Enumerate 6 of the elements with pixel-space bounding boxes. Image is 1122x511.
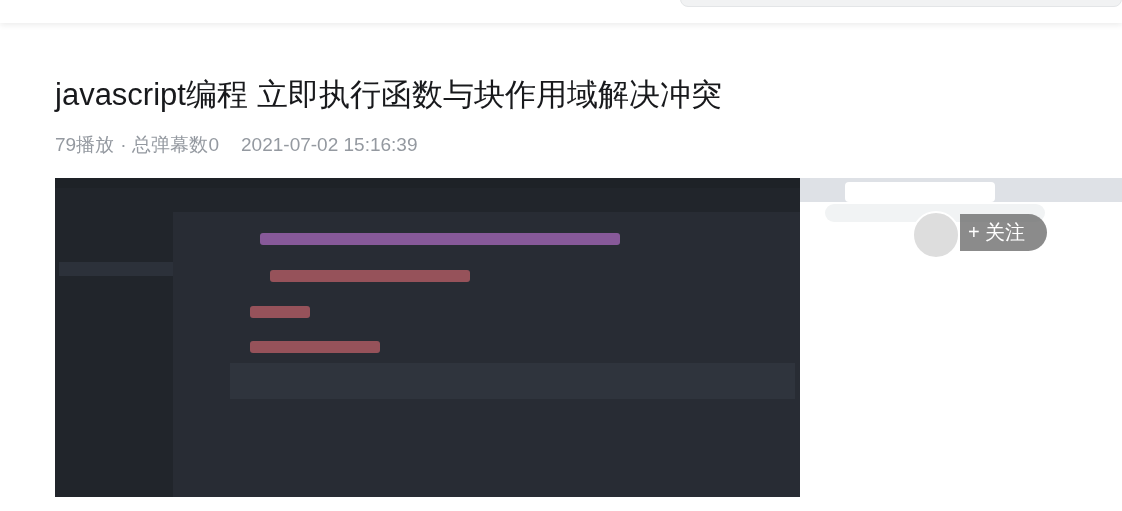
play-count: 79播放 <box>55 133 115 157</box>
upload-date: 2021-07-02 15:16:39 <box>241 133 418 157</box>
danmaku-count: 总弹幕数0 <box>132 133 220 157</box>
separator: · <box>120 133 127 157</box>
follow-button[interactable]: + 关注 <box>960 214 1048 251</box>
video-title: javascript编程 立即执行函数与块作用域解决冲突 <box>55 76 723 114</box>
